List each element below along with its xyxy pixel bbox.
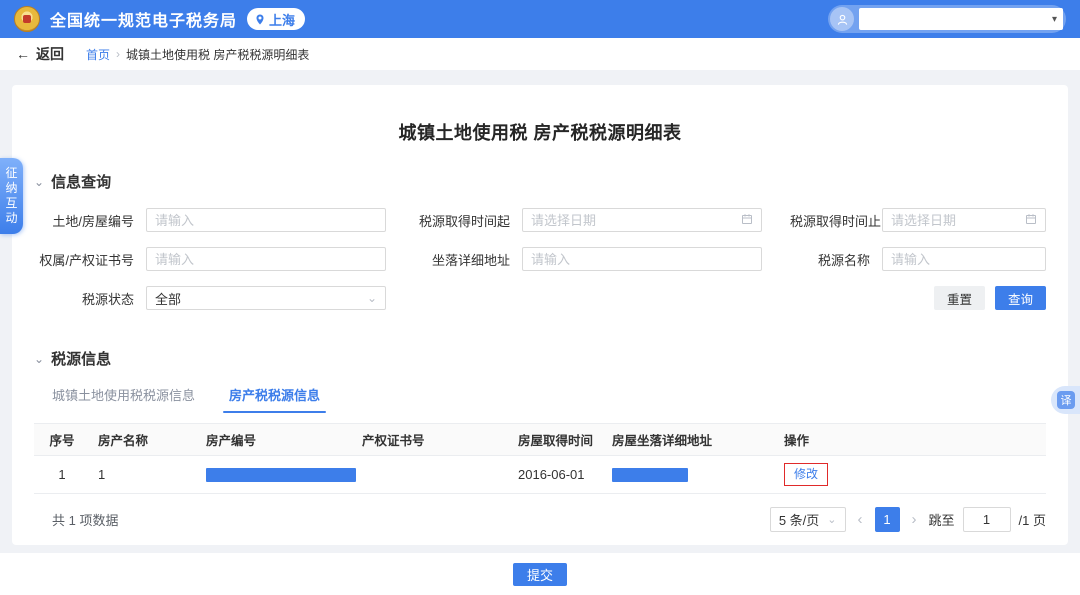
redaction-bar [612, 468, 688, 482]
breadcrumb-bar: ← 返回 首页 › 城镇土地使用税 房产税税源明细表 [0, 38, 1080, 70]
breadcrumb-separator: › [116, 47, 120, 61]
page-size-value: 5 条/页 [779, 510, 819, 529]
submit-button[interactable]: 提交 [513, 563, 567, 586]
query-section-header: ⌄ 信息查询 [34, 171, 1046, 192]
field-label-cert-number: 权属/产权证书号 [34, 250, 146, 269]
jump-to-input[interactable] [963, 507, 1011, 532]
user-avatar-icon[interactable] [830, 7, 854, 31]
source-name-input[interactable] [891, 252, 1037, 267]
tax-bureau-emblem-icon [14, 6, 40, 32]
source-table: 序号 房产名称 房产编号 产权证书号 房屋取得时间 房屋坐落详细地址 操作 1 … [34, 423, 1046, 494]
col-property-name: 房产名称 [90, 424, 198, 456]
source-status-select[interactable]: 全部 ⌄ [146, 286, 386, 310]
back-label: 返回 [36, 44, 64, 64]
cell-cert-number [354, 456, 510, 494]
pagination: 共 1 项数据 5 条/页 ⌄ ‹ 1 › 跳至 /1 页 [34, 507, 1046, 532]
field-label-source-status: 税源状态 [34, 289, 146, 308]
page-title: 城镇土地使用税 房产税税源明细表 [34, 119, 1046, 145]
date-from-input[interactable] [531, 213, 737, 228]
chevron-down-icon: ⌄ [367, 292, 377, 304]
date-to-input[interactable] [891, 213, 1021, 228]
source-tabs: 城镇土地使用税税源信息 房产税税源信息 [34, 385, 1046, 413]
field-label-property-number: 土地/房屋编号 [34, 211, 146, 230]
table-header-row: 序号 房产名称 房产编号 产权证书号 房屋取得时间 房屋坐落详细地址 操作 [34, 424, 1046, 456]
table-row: 1 1 2016-06-01 修改 [34, 456, 1046, 494]
cell-property-number [198, 456, 354, 494]
collapse-chevron-icon[interactable]: ⌄ [34, 355, 44, 363]
source-section-title: 税源信息 [51, 348, 111, 369]
page-number-button[interactable]: 1 [875, 507, 900, 532]
prev-page-button[interactable]: ‹ [854, 512, 867, 527]
modify-link[interactable]: 修改 [794, 467, 818, 481]
address-input[interactable] [531, 252, 753, 267]
location-pin-icon [254, 13, 266, 26]
col-action: 操作 [776, 424, 1046, 456]
col-property-number: 房产编号 [198, 424, 354, 456]
user-account-dropdown[interactable]: ▾ [859, 8, 1063, 30]
col-address: 房屋坐落详细地址 [604, 424, 776, 456]
translate-float-button[interactable]: 译 [1051, 386, 1080, 414]
total-count: 共 1 项数据 [34, 510, 118, 529]
location-label: 上海 [269, 10, 295, 29]
tab-property-tax[interactable]: 房产税税源信息 [229, 385, 320, 413]
location-selector[interactable]: 上海 [247, 8, 305, 30]
back-arrow-icon: ← [16, 46, 30, 62]
col-cert-number: 产权证书号 [354, 424, 510, 456]
calendar-icon [741, 213, 753, 227]
collapse-chevron-icon[interactable]: ⌄ [34, 178, 44, 186]
calendar-icon [1025, 213, 1037, 227]
field-label-date-from: 税源取得时间起 [414, 211, 522, 230]
footer-bar: 提交 [0, 553, 1080, 595]
cell-property-name: 1 [90, 456, 198, 494]
breadcrumb-current: 城镇土地使用税 房产税税源明细表 [126, 46, 309, 63]
tab-land-use-tax[interactable]: 城镇土地使用税税源信息 [52, 385, 195, 413]
dropdown-caret-icon: ▾ [1052, 14, 1057, 25]
cell-address [604, 456, 776, 494]
interaction-side-tab[interactable]: 征纳互动 [0, 158, 23, 234]
field-label-source-name: 税源名称 [790, 250, 882, 269]
property-number-input[interactable] [155, 213, 377, 228]
main-area: 征纳互动 译 城镇土地使用税 房产税税源明细表 ⌄ 信息查询 土地/房屋编号 税… [0, 70, 1080, 545]
source-status-value: 全部 [155, 289, 181, 308]
translate-icon: 译 [1057, 391, 1075, 409]
redaction-bar [206, 468, 356, 482]
source-section-header: ⌄ 税源信息 [34, 348, 1046, 369]
breadcrumb: 首页 › 城镇土地使用税 房产税税源明细表 [86, 46, 309, 63]
field-label-address: 坐落详细地址 [414, 250, 522, 269]
app-header: 全国统一规范电子税务局 上海 ▾ [0, 0, 1080, 38]
content-card: 城镇土地使用税 房产税税源明细表 ⌄ 信息查询 土地/房屋编号 税源取得时间起 [12, 85, 1068, 545]
field-label-date-to: 税源取得时间止 [790, 211, 882, 230]
cert-number-input[interactable] [155, 252, 377, 267]
page-size-select[interactable]: 5 条/页 ⌄ [770, 507, 846, 532]
annotation-highlight-box: 修改 [784, 463, 828, 486]
search-button[interactable]: 查询 [995, 286, 1046, 310]
chevron-down-icon: ⌄ [827, 513, 836, 526]
col-acquired-date: 房屋取得时间 [510, 424, 604, 456]
col-seq: 序号 [34, 424, 90, 456]
user-widget: ▾ [828, 5, 1066, 33]
cell-action: 修改 [776, 456, 1046, 494]
total-pages-label: /1 页 [1019, 510, 1046, 529]
breadcrumb-home[interactable]: 首页 [86, 46, 110, 63]
query-section-title: 信息查询 [51, 171, 111, 192]
cell-acquired-date: 2016-06-01 [510, 456, 604, 494]
jump-to-label: 跳至 [929, 510, 955, 529]
query-form: 土地/房屋编号 税源取得时间起 税源取得时间止 [34, 208, 1046, 310]
cell-seq: 1 [34, 456, 90, 494]
reset-button[interactable]: 重置 [934, 286, 985, 310]
next-page-button[interactable]: › [908, 512, 921, 527]
back-button[interactable]: ← 返回 [16, 44, 64, 64]
app-title: 全国统一规范电子税务局 [50, 7, 237, 31]
